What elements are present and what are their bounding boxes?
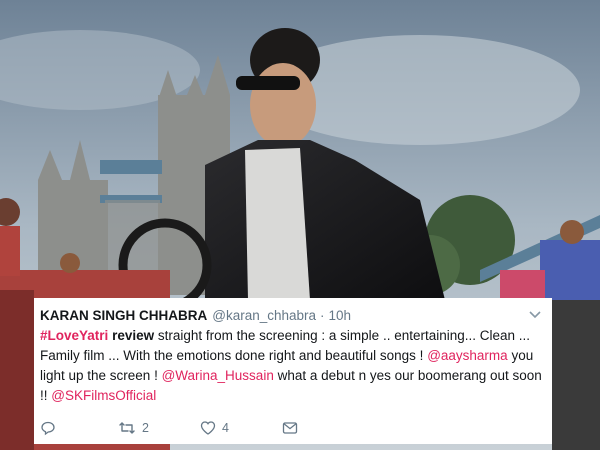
hashtag-link[interactable]: #LoveYatri: [40, 328, 108, 343]
direct-message-button[interactable]: [282, 421, 298, 435]
heart-icon: [200, 421, 216, 435]
mention-link[interactable]: @Warina_Hussain: [162, 368, 274, 383]
retweet-icon: [119, 422, 135, 434]
tweet-bold-word: review: [112, 328, 155, 343]
author-name[interactable]: KARAN SINGH CHHABRA: [40, 307, 207, 325]
reply-button[interactable]: [40, 420, 118, 436]
like-count: 4: [222, 421, 229, 435]
like-button[interactable]: 4: [200, 420, 282, 436]
mention-link[interactable]: @aaysharma: [427, 348, 508, 363]
retweet-button[interactable]: 2: [118, 420, 200, 436]
retweet-count: 2: [142, 421, 149, 435]
author-handle[interactable]: @karan_chhabra: [212, 307, 316, 325]
tweet-text: #LoveYatri review straight from the scre…: [40, 326, 545, 406]
header-separator: ·: [320, 308, 325, 323]
tweet-actions: 2 4: [40, 418, 298, 438]
chevron-down-icon[interactable]: [529, 310, 541, 320]
envelope-icon: [282, 422, 298, 434]
mention-link[interactable]: @SKFilmsOfficial: [51, 388, 156, 403]
tweet-header: KARAN SINGH CHHABRA @karan_chhabra · 10h: [40, 307, 542, 325]
tweet-card: KARAN SINGH CHHABRA @karan_chhabra · 10h…: [34, 298, 552, 444]
tweet-timestamp[interactable]: 10h: [329, 307, 352, 325]
reply-icon: [41, 421, 55, 436]
